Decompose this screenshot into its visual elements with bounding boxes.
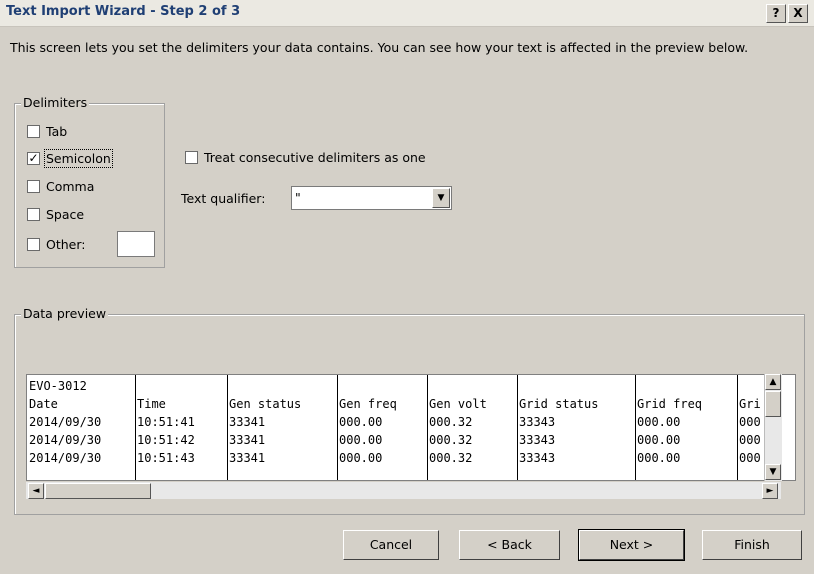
delimiters-legend: Delimiters	[21, 95, 90, 110]
comma-checkbox-row[interactable]: Comma	[27, 177, 94, 195]
preview-cell: 33343	[519, 415, 556, 429]
close-button[interactable]: X	[788, 4, 808, 23]
preview-cell: Date	[29, 397, 58, 411]
consecutive-delimiters-label: Treat consecutive delimiters as one	[204, 149, 426, 165]
horizontal-scrollbar[interactable]: ◄ ►	[26, 482, 781, 499]
tab-checkbox-row[interactable]: Tab	[27, 122, 67, 140]
scroll-up-button[interactable]: ▲	[765, 374, 781, 390]
horizontal-scroll-thumb[interactable]	[45, 483, 151, 499]
preview-cell: 000.32	[429, 451, 473, 465]
text-qualifier-combo[interactable]: " ▼	[291, 186, 452, 210]
preview-column-divider[interactable]	[737, 375, 738, 480]
consecutive-delimiters-row[interactable]: Treat consecutive delimiters as one	[185, 148, 426, 166]
text-qualifier-label: Text qualifier:	[181, 191, 266, 206]
other-delimiter-input[interactable]	[117, 231, 155, 257]
preview-cell: 000.00	[637, 433, 681, 447]
preview-cell: 000	[739, 451, 761, 465]
preview-cell: Gri	[739, 397, 761, 411]
comma-checkbox[interactable]	[27, 179, 40, 193]
preview-column-divider[interactable]	[427, 375, 428, 480]
tab-checkbox[interactable]	[27, 124, 40, 138]
preview-cell: 33343	[519, 433, 556, 447]
dialog-title: Text Import Wizard - Step 2 of 3	[6, 4, 241, 19]
preview-column-divider[interactable]	[635, 375, 636, 480]
preview-cell: 000	[739, 415, 761, 429]
preview-cell: 000.00	[339, 433, 383, 447]
scroll-left-button[interactable]: ◄	[28, 483, 44, 499]
data-preview-legend: Data preview	[21, 306, 109, 321]
next-button[interactable]: Next >	[578, 529, 685, 561]
back-button[interactable]: < Back	[459, 530, 560, 560]
consecutive-delimiters-checkbox[interactable]	[185, 150, 198, 164]
combo-dropdown-button[interactable]: ▼	[432, 188, 450, 208]
data-preview-grid[interactable]: EVO-3012 Date Time Gen status Gen freq Gen vo…	[26, 374, 796, 481]
finish-button[interactable]: Finish	[702, 530, 802, 560]
scroll-down-button[interactable]: ▼	[765, 464, 781, 480]
preview-cell: 10:51:41	[137, 415, 195, 429]
arrow-right-icon: ►	[766, 486, 774, 496]
preview-cell: 000.00	[637, 451, 681, 465]
preview-cell: 2014/09/30	[29, 433, 102, 447]
space-checkbox-row[interactable]: Space	[27, 205, 84, 223]
semicolon-checkbox[interactable]: ✓	[27, 151, 40, 165]
preview-cell: 000.00	[339, 415, 383, 429]
other-checkbox[interactable]	[27, 237, 40, 251]
preview-cell: EVO-3012	[29, 379, 87, 393]
vertical-scrollbar[interactable]: ▲ ▼	[764, 374, 782, 481]
text-import-wizard-dialog: Text Import Wizard - Step 2 of 3 ? X Thi…	[0, 0, 814, 574]
preview-cell: Grid status	[519, 397, 599, 411]
help-button[interactable]: ?	[766, 4, 786, 23]
delimiters-group: Delimiters Tab ✓ Semicolon Comma Space O…	[14, 95, 165, 268]
comma-label: Comma	[46, 178, 95, 194]
chevron-down-icon: ▼	[437, 193, 445, 203]
semicolon-checkbox-row[interactable]: ✓ Semicolon	[27, 148, 113, 168]
preview-cell: 10:51:42	[137, 433, 195, 447]
preview-cell: 000.32	[429, 415, 473, 429]
preview-cell: 10:51:43	[137, 451, 195, 465]
text-qualifier-value: "	[295, 190, 301, 205]
arrow-down-icon: ▼	[769, 467, 777, 477]
instruction-text: This screen lets you set the delimiters …	[10, 40, 749, 55]
scroll-right-button[interactable]: ►	[762, 483, 778, 499]
preview-cell: Grid freq	[637, 397, 703, 411]
preview-cell: Time	[137, 397, 166, 411]
preview-column-divider[interactable]	[517, 375, 518, 480]
space-checkbox[interactable]	[27, 207, 40, 221]
preview-cell: 2014/09/30	[29, 451, 102, 465]
preview-cell: Gen volt	[429, 397, 487, 411]
semicolon-label: Semicolon	[44, 148, 113, 168]
preview-cell: 33341	[229, 433, 266, 447]
title-bar: Text Import Wizard - Step 2 of 3 ? X	[0, 0, 814, 27]
preview-cell: 2014/09/30	[29, 415, 102, 429]
preview-cell: 000.00	[339, 451, 383, 465]
preview-cell: 000	[739, 433, 761, 447]
preview-cell: 33341	[229, 451, 266, 465]
vertical-scroll-thumb[interactable]	[765, 391, 781, 417]
preview-cell: Gen status	[229, 397, 302, 411]
preview-column-divider[interactable]	[227, 375, 228, 480]
preview-cell: Gen freq	[339, 397, 397, 411]
cancel-button[interactable]: Cancel	[343, 530, 439, 560]
preview-cell: 33343	[519, 451, 556, 465]
arrow-left-icon: ◄	[32, 486, 40, 496]
preview-cell: 000.32	[429, 433, 473, 447]
other-label: Other:	[46, 236, 86, 252]
space-label: Space	[46, 206, 85, 222]
other-checkbox-row[interactable]: Other:	[27, 235, 85, 253]
preview-column-divider[interactable]	[337, 375, 338, 480]
preview-cell: 33341	[229, 415, 266, 429]
tab-label: Tab	[46, 123, 68, 139]
preview-cell: 000.00	[637, 415, 681, 429]
arrow-up-icon: ▲	[769, 377, 777, 387]
preview-column-divider[interactable]	[135, 375, 136, 480]
